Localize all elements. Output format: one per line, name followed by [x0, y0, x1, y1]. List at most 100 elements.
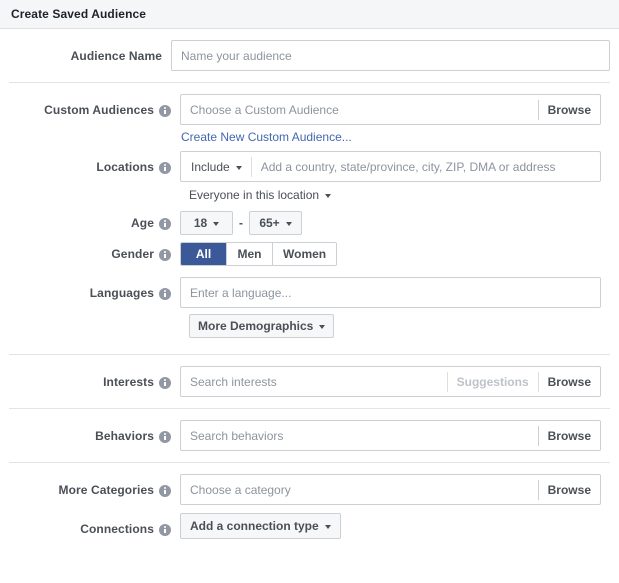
gender-option-women[interactable]: Women: [273, 243, 336, 265]
more-categories-label: More Categories: [58, 483, 154, 497]
info-icon[interactable]: [159, 288, 171, 300]
more-categories-input[interactable]: Choose a category Browse: [180, 474, 601, 505]
chevron-down-icon: [236, 166, 242, 170]
gender-segmented-wrap: All Men Women: [180, 238, 601, 269]
section-more-categories: More Categories Choose a category Browse…: [9, 462, 610, 555]
section-audience-name: Audience Name Name your audience: [0, 29, 619, 82]
languages-input[interactable]: Enter a language...: [180, 277, 601, 308]
chevron-down-icon: [325, 194, 331, 198]
custom-audiences-placeholder: Choose a Custom Audience: [181, 103, 538, 117]
languages-placeholder: Enter a language...: [181, 286, 600, 300]
age-max-value: 65+: [259, 216, 279, 230]
connections-control: Add a connection type: [180, 513, 610, 539]
gender-control: All Men Women: [180, 238, 610, 269]
chevron-down-icon: [319, 325, 325, 329]
info-icon[interactable]: [159, 485, 171, 497]
page-title: Create Saved Audience: [11, 7, 146, 21]
row-gender: Gender All Men Women: [9, 238, 610, 269]
interests-input[interactable]: Search interests Suggestions Browse: [180, 366, 601, 397]
locations-label: Locations: [96, 160, 154, 174]
behaviors-label-cell: Behaviors: [9, 420, 180, 451]
row-custom-audiences: Custom Audiences Choose a Custom Audienc…: [9, 83, 610, 151]
age-min-dropdown[interactable]: 18: [180, 211, 233, 235]
info-icon[interactable]: [159, 431, 171, 443]
row-interests: Interests Search interests Suggestions B…: [9, 355, 610, 408]
more-categories-label-cell: More Categories: [9, 474, 180, 505]
age-label-cell: Age: [9, 207, 180, 238]
custom-audiences-label: Custom Audiences: [44, 103, 154, 117]
info-icon[interactable]: [159, 105, 171, 117]
info-icon[interactable]: [159, 524, 171, 536]
behaviors-input[interactable]: Search behaviors Browse: [180, 420, 601, 451]
create-new-custom-audience-link[interactable]: Create New Custom Audience...: [181, 130, 352, 144]
more-categories-control: Choose a category Browse: [180, 474, 610, 505]
age-range-separator: -: [233, 216, 249, 230]
connections-label: Connections: [80, 522, 154, 536]
audience-name-input[interactable]: Name your audience: [171, 40, 610, 71]
row-age: Age 18 - 65+: [9, 207, 610, 238]
gender-option-men[interactable]: Men: [227, 243, 273, 265]
gender-option-all[interactable]: All: [181, 243, 227, 265]
row-more-categories: More Categories Choose a category Browse: [9, 463, 610, 505]
interests-label-cell: Interests: [9, 366, 180, 397]
more-categories-placeholder: Choose a category: [181, 483, 538, 497]
row-languages: Languages Enter a language... More Demog…: [9, 269, 610, 354]
location-scope-label: Everyone in this location: [189, 188, 319, 202]
location-scope-dropdown[interactable]: Everyone in this location: [189, 188, 340, 202]
connections-label-cell: Connections: [9, 513, 180, 544]
custom-audiences-browse-button[interactable]: Browse: [539, 103, 600, 117]
audience-name-label-cell: Audience Name: [0, 40, 171, 71]
info-icon[interactable]: [159, 249, 171, 261]
interests-suggestions-button[interactable]: Suggestions: [448, 375, 538, 389]
interests-placeholder: Search interests: [181, 375, 447, 389]
locations-scope-row: Everyone in this location: [180, 182, 601, 207]
more-demographics-label: More Demographics: [198, 319, 313, 333]
age-max-dropdown[interactable]: 65+: [249, 211, 302, 235]
age-control: 18 - 65+: [180, 207, 610, 238]
chevron-down-icon: [213, 222, 219, 226]
section-behaviors: Behaviors Search behaviors Browse: [9, 408, 610, 462]
create-custom-audience-row: Create New Custom Audience...: [180, 125, 601, 151]
behaviors-browse-button[interactable]: Browse: [539, 429, 600, 443]
behaviors-placeholder: Search behaviors: [181, 429, 538, 443]
gender-segmented-control: All Men Women: [180, 242, 337, 266]
row-audience-name: Audience Name Name your audience: [0, 29, 619, 82]
info-icon[interactable]: [159, 162, 171, 174]
gender-label: Gender: [111, 247, 154, 261]
interests-browse-button[interactable]: Browse: [539, 375, 600, 389]
custom-audiences-input[interactable]: Choose a Custom Audience Browse: [180, 94, 601, 125]
info-icon[interactable]: [159, 218, 171, 230]
row-connections: Connections Add a connection type: [9, 505, 610, 555]
audience-name-label: Audience Name: [71, 49, 162, 63]
interests-control: Search interests Suggestions Browse: [180, 366, 610, 397]
locations-include-dropdown[interactable]: Include: [181, 160, 251, 174]
locations-placeholder: Add a country, state/province, city, ZIP…: [252, 160, 600, 174]
locations-input[interactable]: Include Add a country, state/province, c…: [180, 151, 601, 182]
audience-name-placeholder: Name your audience: [172, 49, 609, 63]
age-min-value: 18: [194, 216, 207, 230]
add-connection-type-label: Add a connection type: [190, 519, 319, 533]
locations-include-label: Include: [191, 160, 230, 174]
add-connection-type-button[interactable]: Add a connection type: [180, 513, 341, 539]
languages-control: Enter a language... More Demographics: [180, 277, 610, 343]
custom-audiences-control: Choose a Custom Audience Browse Create N…: [180, 94, 610, 151]
row-locations: Locations Include Add a country, state/p…: [9, 151, 610, 207]
languages-label: Languages: [90, 286, 154, 300]
locations-control: Include Add a country, state/province, c…: [180, 151, 610, 207]
section-demographics: Custom Audiences Choose a Custom Audienc…: [9, 82, 610, 354]
saved-audience-form: Audience Name Name your audience Custom …: [0, 29, 619, 555]
age-label: Age: [131, 216, 154, 230]
languages-label-cell: Languages: [9, 277, 180, 308]
interests-label: Interests: [103, 375, 154, 389]
more-demographics-button[interactable]: More Demographics: [189, 314, 334, 338]
more-categories-browse-button[interactable]: Browse: [539, 483, 600, 497]
info-icon[interactable]: [159, 377, 171, 389]
gender-label-cell: Gender: [9, 238, 180, 269]
chevron-down-icon: [325, 525, 331, 529]
section-interests: Interests Search interests Suggestions B…: [9, 354, 610, 408]
panel-header: Create Saved Audience: [0, 0, 619, 29]
custom-audiences-label-cell: Custom Audiences: [9, 94, 180, 125]
behaviors-label: Behaviors: [95, 429, 154, 443]
behaviors-control: Search behaviors Browse: [180, 420, 610, 451]
chevron-down-icon: [286, 222, 292, 226]
